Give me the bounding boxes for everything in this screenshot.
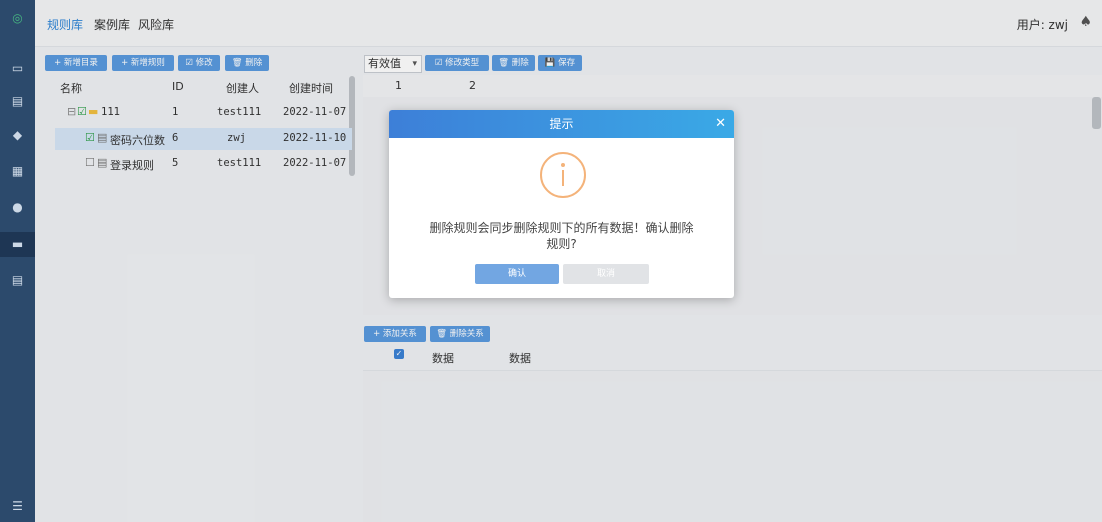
info-icon <box>540 152 586 198</box>
cancel-button[interactable]: 取消 <box>563 264 649 284</box>
confirm-button[interactable]: 确认 <box>475 264 559 284</box>
dialog-message: 删除规则会同步删除规则下的所有数据！确认删除规则? <box>429 221 694 251</box>
close-icon[interactable]: ✕ <box>715 115 726 133</box>
confirm-dialog: 提示 ✕ 删除规则会同步删除规则下的所有数据！确认删除规则? 确认 取消 <box>389 110 734 298</box>
dialog-title: 提示 <box>549 117 574 131</box>
dialog-header: 提示 ✕ <box>389 110 734 138</box>
